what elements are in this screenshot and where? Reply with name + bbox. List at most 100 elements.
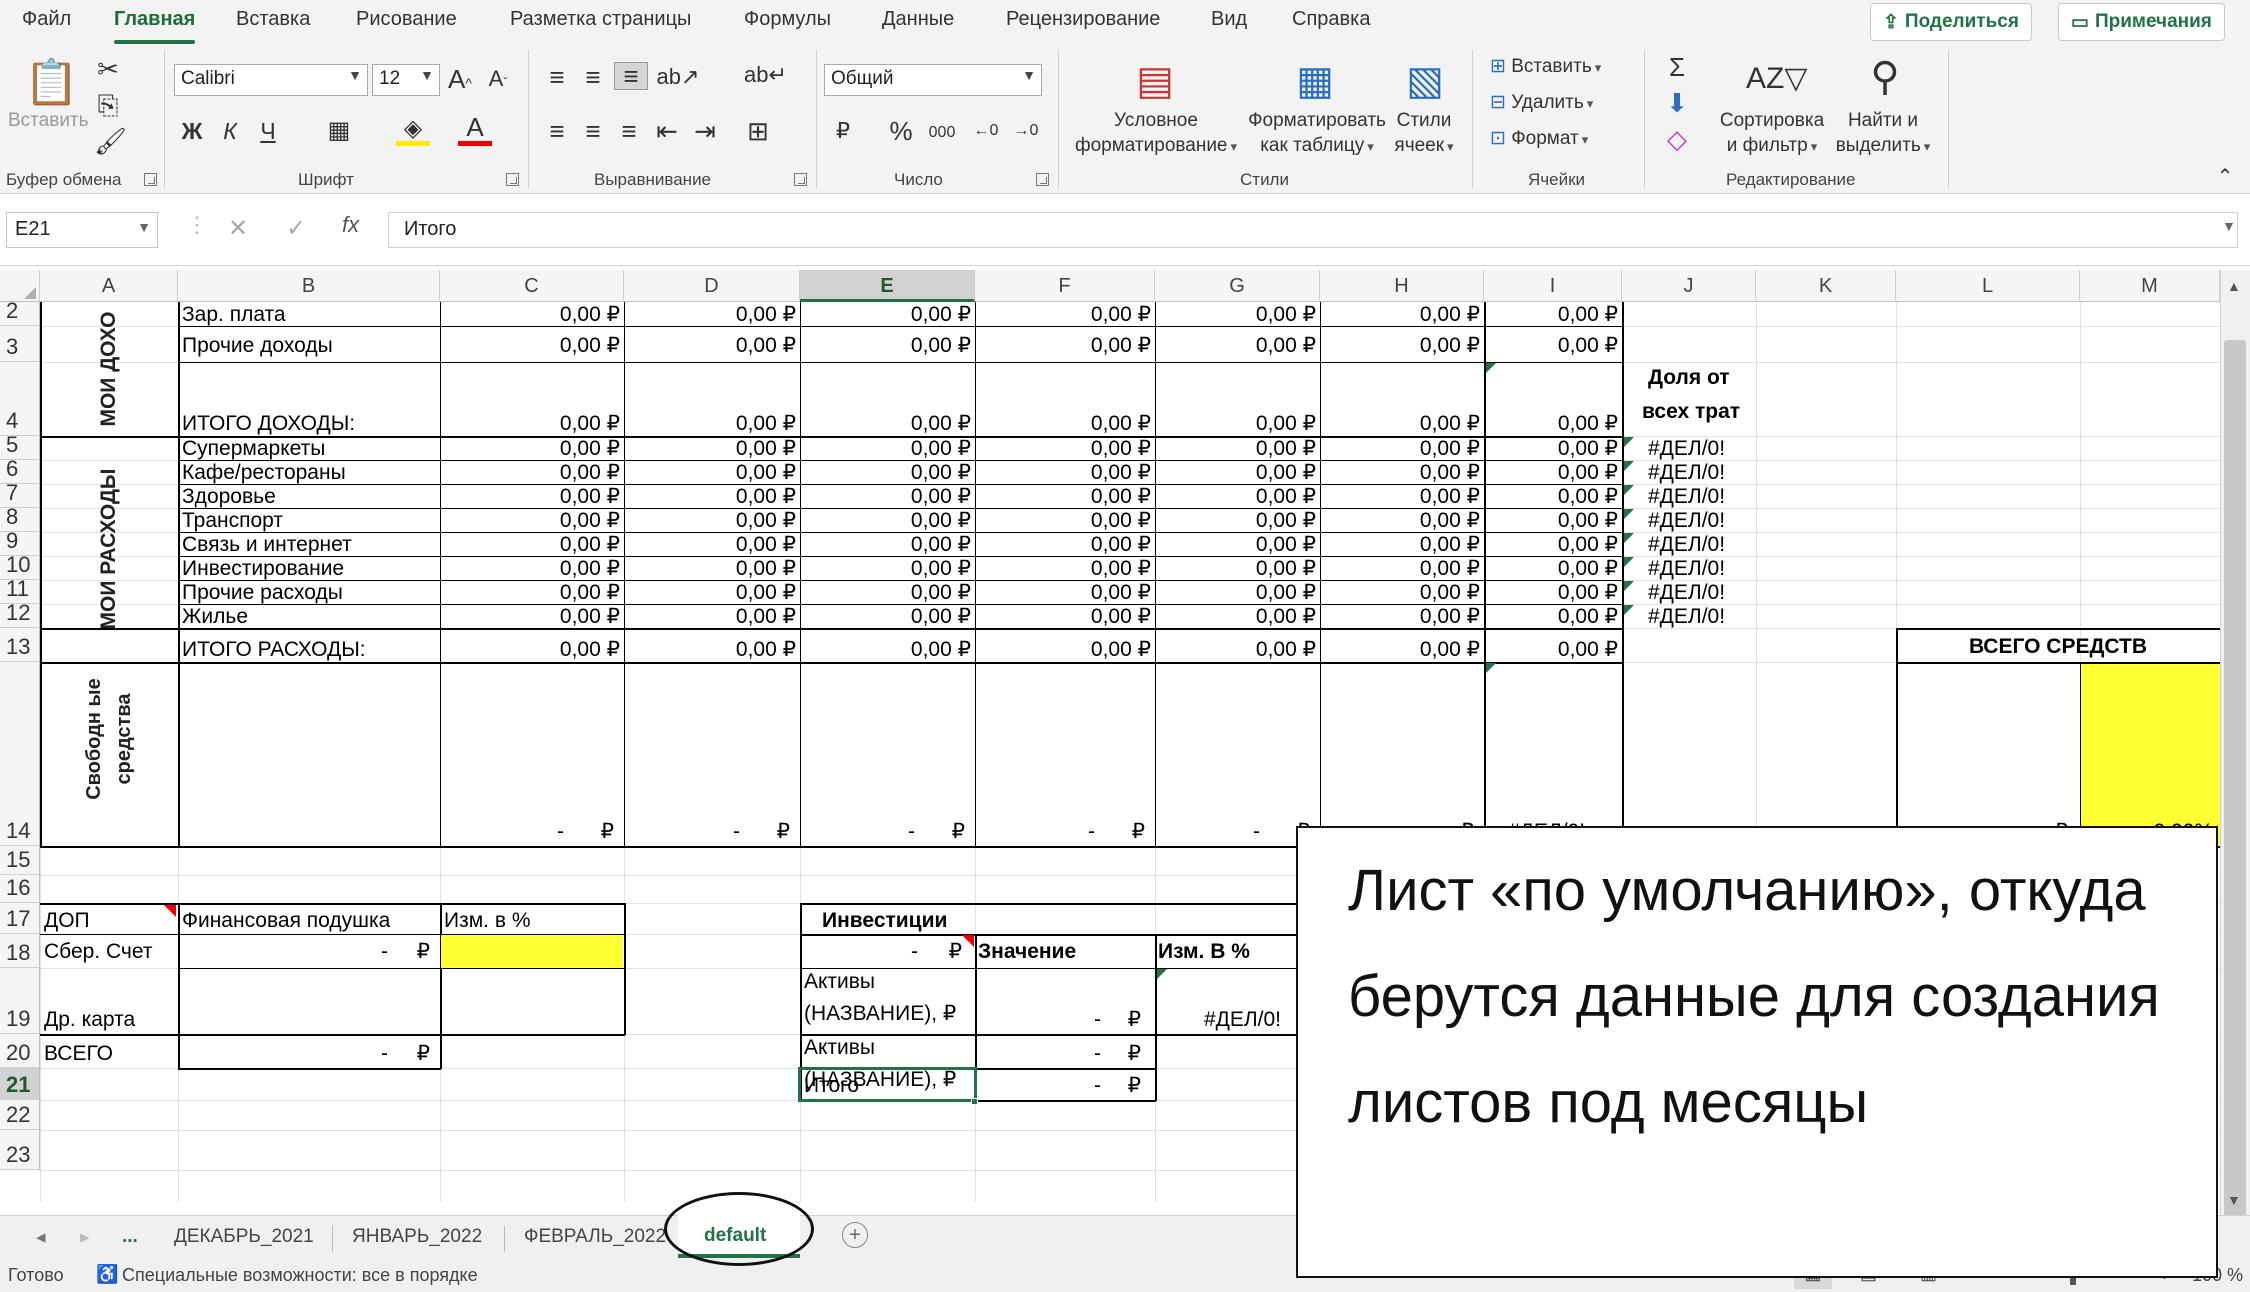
- decrease-font-icon[interactable]: Aˇ: [484, 66, 512, 95]
- paste-button[interactable]: Вставить: [8, 108, 89, 133]
- name-box[interactable]: E21 ▼: [6, 212, 158, 248]
- autosum-icon[interactable]: Σ: [1662, 54, 1692, 80]
- row-header-17[interactable]: 17: [0, 903, 40, 934]
- col-header-D[interactable]: D: [624, 270, 800, 302]
- col-header-I[interactable]: I: [1484, 270, 1622, 302]
- row-header-23[interactable]: 23: [0, 1130, 40, 1170]
- delete-cells-button[interactable]: ⊟ Удалить ▾: [1490, 90, 1593, 116]
- row-header-3[interactable]: 3: [0, 326, 40, 362]
- align-right-icon[interactable]: ≡: [614, 118, 644, 144]
- insert-function-icon[interactable]: fx: [342, 212, 359, 238]
- sheet-tab-feb2022[interactable]: ФЕВРАЛЬ_2022: [524, 1226, 666, 1248]
- accessibility-icon[interactable]: ♿: [96, 1264, 118, 1285]
- row-header-14[interactable]: 14: [0, 662, 40, 846]
- wrap-text-icon[interactable]: ab↵: [744, 62, 787, 88]
- fill-handle[interactable]: [971, 1098, 978, 1105]
- sort-filter-icon[interactable]: AZ▽: [1746, 56, 1807, 102]
- tab-view[interactable]: Вид: [1211, 8, 1247, 31]
- font-color-icon[interactable]: A: [458, 114, 492, 146]
- align-top-icon[interactable]: ≡: [542, 64, 572, 90]
- number-launcher-icon[interactable]: [1036, 173, 1049, 186]
- format-painter-icon[interactable]: 🖌: [94, 128, 127, 154]
- tab-page-layout[interactable]: Разметка страницы: [510, 8, 691, 31]
- bold-button[interactable]: Ж: [178, 118, 206, 144]
- row-header-19[interactable]: 19: [0, 968, 40, 1034]
- font-name-combo[interactable]: Calibri ▼: [174, 64, 368, 96]
- share-button[interactable]: ⇪ Поделиться: [1870, 3, 2032, 41]
- clipboard-launcher-icon[interactable]: [144, 173, 157, 186]
- insert-cells-button[interactable]: ⊞ Вставить ▾: [1490, 54, 1601, 80]
- col-header-K[interactable]: K: [1756, 270, 1896, 302]
- align-middle-icon[interactable]: ≡: [578, 64, 608, 90]
- font-launcher-icon[interactable]: [506, 173, 519, 186]
- find-select-button[interactable]: Найти и выделить ▾: [1830, 108, 1936, 159]
- accessibility-status[interactable]: Специальные возможности: все в порядке: [122, 1265, 478, 1286]
- col-header-B[interactable]: B: [178, 270, 440, 302]
- tab-draw[interactable]: Рисование: [356, 8, 457, 31]
- selected-cell-E21[interactable]: [798, 1067, 977, 1102]
- next-sheet-icon[interactable]: ▸: [80, 1226, 90, 1249]
- row-header-21[interactable]: 21: [0, 1068, 40, 1100]
- alignment-launcher-icon[interactable]: [794, 173, 807, 186]
- tab-help[interactable]: Справка: [1292, 8, 1370, 31]
- increase-font-icon[interactable]: A^: [446, 66, 474, 96]
- fill-color-icon[interactable]: ◈: [396, 116, 430, 146]
- col-header-G[interactable]: G: [1155, 270, 1320, 302]
- align-center-icon[interactable]: ≡: [578, 118, 608, 144]
- copy-icon[interactable]: ⎘: [94, 92, 122, 118]
- row-header-15[interactable]: 15: [0, 846, 40, 875]
- decrease-decimal-icon[interactable]: →0: [1010, 118, 1042, 144]
- row-header-22[interactable]: 22: [0, 1100, 40, 1130]
- increase-indent-icon[interactable]: ⇥: [690, 118, 720, 144]
- formula-input[interactable]: Итого: [388, 212, 2238, 248]
- collapse-ribbon-icon[interactable]: ⌃: [2212, 164, 2238, 190]
- col-header-M[interactable]: M: [2080, 270, 2220, 302]
- row-header-18[interactable]: 18: [0, 934, 40, 968]
- comma-style-icon[interactable]: 000: [924, 120, 960, 146]
- font-size-combo[interactable]: 12 ▼: [372, 64, 440, 96]
- row-header-16[interactable]: 16: [0, 875, 40, 903]
- expand-formula-icon[interactable]: ▼: [2222, 218, 2236, 234]
- italic-button[interactable]: К: [216, 118, 244, 144]
- tab-formulas[interactable]: Формулы: [744, 8, 831, 31]
- underline-button[interactable]: Ч: [254, 118, 282, 144]
- scroll-up-icon[interactable]: ▲: [2227, 278, 2241, 294]
- tab-home[interactable]: Главная: [114, 8, 196, 44]
- format-cells-button[interactable]: ⊡ Формат ▾: [1490, 126, 1588, 152]
- sheet-tab-jan2022[interactable]: ЯНВАРЬ_2022: [352, 1226, 482, 1248]
- paste-icon[interactable]: 📋: [24, 58, 79, 108]
- scroll-down-icon[interactable]: ▼: [2227, 1192, 2241, 1208]
- add-sheet-icon[interactable]: +: [842, 1222, 868, 1248]
- find-select-icon[interactable]: ⚲: [1862, 54, 1908, 100]
- align-left-icon[interactable]: ≡: [542, 118, 572, 144]
- enter-icon[interactable]: ✓: [286, 214, 306, 243]
- currency-icon[interactable]: ₽: [826, 118, 860, 144]
- col-header-E[interactable]: E: [800, 270, 975, 302]
- format-as-table-button[interactable]: Форматировать как таблицу ▾: [1244, 108, 1390, 159]
- col-header-J[interactable]: J: [1622, 270, 1756, 302]
- conditional-formatting-button[interactable]: Условное форматирование ▾: [1070, 108, 1242, 159]
- sheet-tab-more[interactable]: ...: [122, 1226, 138, 1248]
- col-header-L[interactable]: L: [1896, 270, 2080, 302]
- row-header-4[interactable]: 4: [0, 362, 40, 436]
- tab-review[interactable]: Рецензирование: [1006, 8, 1160, 31]
- clear-icon[interactable]: ◇: [1662, 126, 1692, 152]
- row-header-12[interactable]: 12: [0, 600, 40, 628]
- col-header-C[interactable]: C: [440, 270, 624, 302]
- col-header-F[interactable]: F: [975, 270, 1155, 302]
- cut-icon[interactable]: ✂: [94, 56, 122, 82]
- cancel-icon[interactable]: ✕: [228, 214, 248, 243]
- format-as-table-icon[interactable]: ▦: [1292, 58, 1338, 104]
- prev-sheet-icon[interactable]: ◂: [36, 1226, 46, 1249]
- notes-button[interactable]: ▭ Примечания: [2058, 3, 2225, 41]
- col-header-H[interactable]: H: [1320, 270, 1484, 302]
- row-header-2[interactable]: 2: [0, 298, 40, 326]
- fill-icon[interactable]: ⬇: [1662, 90, 1692, 116]
- decrease-indent-icon[interactable]: ⇤: [652, 118, 682, 144]
- tab-data[interactable]: Данные: [882, 8, 954, 31]
- merge-center-icon[interactable]: ⊞: [740, 118, 776, 144]
- number-format-combo[interactable]: Общий ▼: [824, 64, 1042, 96]
- align-bottom-icon[interactable]: ≡: [614, 62, 648, 90]
- sheet-tab-dec2021[interactable]: ДЕКАБРЬ_2021: [174, 1226, 314, 1248]
- sort-filter-button[interactable]: Сортировка и фильтр ▾: [1714, 108, 1830, 159]
